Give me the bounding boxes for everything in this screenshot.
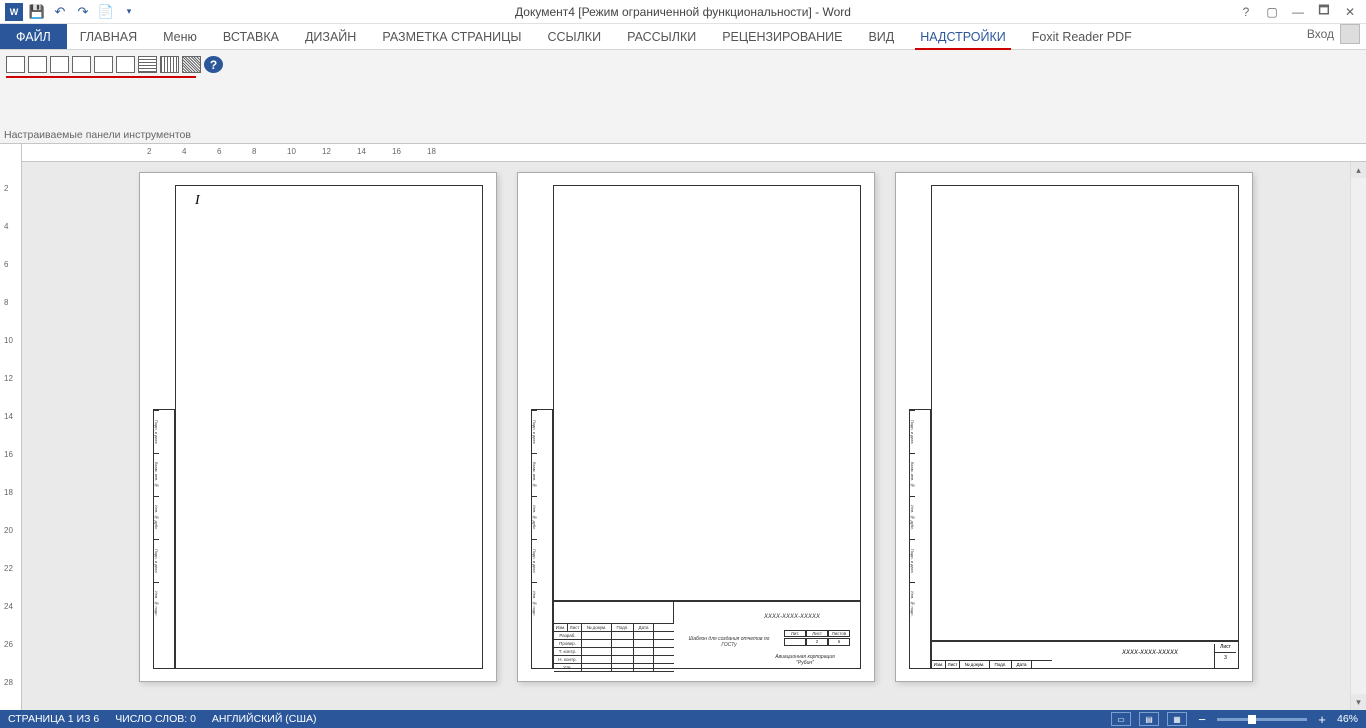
ribbon-group-label: Настраиваемые панели инструментов bbox=[4, 129, 191, 141]
editor-main: 2 4 6 8 10 12 14 16 18 I Подп. и дата Вз… bbox=[22, 144, 1366, 710]
title-bar: W 💾 ↶ ↷ 📄 ▾ Документ4 [Режим ограниченно… bbox=[0, 0, 1366, 24]
help-icon[interactable]: ? bbox=[1234, 2, 1258, 22]
side-stamp: Подп. и дата Взам. инв. № Инв. № дубл. П… bbox=[909, 409, 931, 669]
tab-design[interactable]: ДИЗАЙН bbox=[292, 24, 369, 49]
page-frame bbox=[553, 185, 861, 601]
zoom-out-icon[interactable]: − bbox=[1195, 712, 1209, 726]
new-doc-icon[interactable]: 📄 bbox=[97, 3, 115, 21]
frame-icon-8[interactable] bbox=[160, 56, 179, 73]
help-icon[interactable]: ? bbox=[204, 56, 223, 73]
tab-menu[interactable]: Меню bbox=[150, 24, 210, 49]
frame-icon-3[interactable] bbox=[50, 56, 69, 73]
zoom-in-icon[interactable]: + bbox=[1315, 712, 1329, 726]
stamp-code: XXXX-XXXX-XXXXX bbox=[764, 614, 820, 620]
tab-foxit[interactable]: Foxit Reader PDF bbox=[1019, 24, 1145, 49]
editor-area: ⌐ 2 4 6 8 10 12 14 16 18 20 22 24 26 28 … bbox=[0, 144, 1366, 710]
qat-dropdown-icon[interactable]: ▾ bbox=[120, 3, 138, 21]
avatar-icon bbox=[1340, 24, 1360, 44]
stamp-org: Авиационная корпорация "Рубин" bbox=[770, 654, 840, 666]
frame-icon-4[interactable] bbox=[72, 56, 91, 73]
toolbar-underline bbox=[6, 76, 196, 78]
status-language[interactable]: АНГЛИЙСКИЙ (США) bbox=[212, 713, 317, 725]
ribbon-body: ? Настраиваемые панели инструментов bbox=[0, 50, 1366, 144]
page-1[interactable]: I Подп. и дата Взам. инв. № Инв. № дубл.… bbox=[139, 172, 497, 682]
page-3[interactable]: Подп. и дата Взам. инв. № Инв. № дубл. П… bbox=[895, 172, 1253, 682]
vertical-ruler[interactable]: 2 4 6 8 10 12 14 16 18 20 22 24 26 28 bbox=[0, 144, 22, 710]
maximize-icon[interactable]: 🗖 bbox=[1312, 2, 1336, 22]
tab-layout[interactable]: РАЗМЕТКА СТРАНИЦЫ bbox=[369, 24, 534, 49]
tab-file[interactable]: ФАЙЛ bbox=[0, 24, 67, 49]
undo-icon[interactable]: ↶ bbox=[51, 3, 69, 21]
window-controls: ? ▢ — 🗖 ✕ bbox=[1234, 2, 1366, 22]
frame-icon-1[interactable] bbox=[6, 56, 25, 73]
scroll-up-icon[interactable]: ▴ bbox=[1351, 162, 1366, 178]
minimize-icon[interactable]: — bbox=[1286, 2, 1310, 22]
frame-icon-5[interactable] bbox=[94, 56, 113, 73]
scroll-down-icon[interactable]: ▾ bbox=[1351, 694, 1366, 710]
frame-icon-2[interactable] bbox=[28, 56, 47, 73]
sign-in-label: Вход bbox=[1307, 27, 1334, 41]
view-web-icon[interactable]: ▦ bbox=[1167, 712, 1187, 726]
text-cursor: I bbox=[195, 193, 200, 209]
tab-addins[interactable]: НАДСТРОЙКИ bbox=[907, 24, 1019, 49]
status-bar: СТРАНИЦА 1 ИЗ 6 ЧИСЛО СЛОВ: 0 АНГЛИЙСКИЙ… bbox=[0, 710, 1366, 728]
window-title: Документ4 [Режим ограниченной функционал… bbox=[515, 5, 851, 19]
status-words[interactable]: ЧИСЛО СЛОВ: 0 bbox=[115, 713, 196, 725]
tab-references[interactable]: ССЫЛКИ bbox=[534, 24, 614, 49]
stamp-desc: Шаблон для создания отчетов по ГОСТу bbox=[684, 636, 774, 648]
tab-view[interactable]: ВИД bbox=[855, 24, 907, 49]
tab-mailings[interactable]: РАССЫЛКИ bbox=[614, 24, 709, 49]
ribbon-options-icon[interactable]: ▢ bbox=[1260, 2, 1284, 22]
status-page[interactable]: СТРАНИЦА 1 ИЗ 6 bbox=[8, 713, 99, 725]
pages-container: I Подп. и дата Взам. инв. № Инв. № дубл.… bbox=[22, 162, 1350, 692]
view-read-icon[interactable]: ▭ bbox=[1111, 712, 1131, 726]
ribbon-tabs: ФАЙЛ ГЛАВНАЯ Меню ВСТАВКА ДИЗАЙН РАЗМЕТК… bbox=[0, 24, 1366, 50]
tab-insert[interactable]: ВСТАВКА bbox=[210, 24, 292, 49]
sign-in[interactable]: Вход bbox=[1307, 24, 1360, 44]
page-frame bbox=[175, 185, 483, 669]
tab-home[interactable]: ГЛАВНАЯ bbox=[67, 24, 150, 49]
tab-review[interactable]: РЕЦЕНЗИРОВАНИЕ bbox=[709, 24, 855, 49]
side-stamp: Подп. и дата Взам. инв. № Инв. № дубл. П… bbox=[531, 409, 553, 669]
document-canvas[interactable]: I Подп. и дата Взам. инв. № Инв. № дубл.… bbox=[22, 162, 1350, 710]
page-2[interactable]: Подп. и дата Взам. инв. № Инв. № дубл. П… bbox=[517, 172, 875, 682]
frame-icon-6[interactable] bbox=[116, 56, 135, 73]
small-title-block: XXXX-XXXX-XXXXX Лист 3 Изм.Лист№ докум.П… bbox=[931, 641, 1239, 669]
quick-access-toolbar: W 💾 ↶ ↷ 📄 ▾ bbox=[0, 3, 138, 21]
redo-icon[interactable]: ↷ bbox=[74, 3, 92, 21]
zoom-level[interactable]: 46% bbox=[1337, 713, 1358, 725]
addin-toolbar: ? bbox=[6, 56, 1360, 73]
frame-icon-9[interactable] bbox=[182, 56, 201, 73]
vertical-scrollbar[interactable]: ▴ ▾ bbox=[1350, 162, 1366, 710]
view-print-icon[interactable]: ▤ bbox=[1139, 712, 1159, 726]
page-frame bbox=[931, 185, 1239, 641]
side-stamp: Подп. и дата Взам. инв. № Инв. № дубл. П… bbox=[153, 409, 175, 669]
horizontal-ruler[interactable]: 2 4 6 8 10 12 14 16 18 bbox=[22, 144, 1366, 162]
word-icon[interactable]: W bbox=[5, 3, 23, 21]
save-icon[interactable]: 💾 bbox=[28, 3, 46, 21]
close-icon[interactable]: ✕ bbox=[1338, 2, 1362, 22]
title-block: XXXX-XXXX-XXXXX Шаблон для создания отче… bbox=[553, 601, 861, 669]
zoom-slider[interactable] bbox=[1217, 718, 1307, 721]
frame-icon-7[interactable] bbox=[138, 56, 157, 73]
